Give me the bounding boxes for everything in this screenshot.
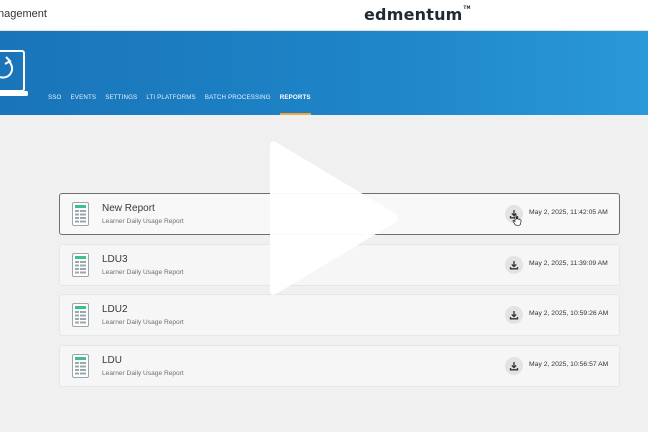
- tab-sso[interactable]: SSO: [48, 93, 62, 115]
- logo-text: edmentum: [364, 5, 463, 24]
- download-icon: [509, 362, 519, 371]
- report-card[interactable]: LDU2 Learner Daily Usage Report May 2, 2…: [59, 294, 620, 336]
- report-type: Learner Daily Usage Report: [102, 370, 184, 377]
- spreadsheet-document-icon: [72, 354, 89, 378]
- report-name[interactable]: LDU: [102, 355, 122, 366]
- download-icon: [509, 311, 519, 320]
- tab-reports[interactable]: REPORTS: [279, 93, 311, 115]
- report-name[interactable]: New Report: [102, 203, 155, 214]
- report-type: Learner Daily Usage Report: [102, 269, 184, 276]
- report-date: May 2, 2025, 10:59:26 AM: [529, 310, 609, 317]
- report-type: Learner Daily Usage Report: [102, 319, 184, 326]
- report-type: Learner Daily Usage Report: [102, 218, 184, 225]
- report-date: May 2, 2025, 11:42:05 AM: [529, 209, 608, 216]
- edmentum-logo[interactable]: edmentumTM: [364, 5, 471, 24]
- tab-batch-processing[interactable]: BATCH PROCESSING: [205, 93, 271, 115]
- download-icon: [509, 261, 519, 270]
- download-button[interactable]: [505, 256, 523, 274]
- tab-events[interactable]: EVENTS: [71, 93, 97, 115]
- report-date: May 2, 2025, 10:56:57 AM: [529, 361, 609, 368]
- spreadsheet-document-icon: [72, 202, 89, 226]
- logo-trademark: TM: [463, 5, 471, 10]
- report-name[interactable]: LDU3: [102, 254, 128, 265]
- spreadsheet-document-icon: [72, 253, 89, 277]
- play-icon[interactable]: [266, 138, 402, 298]
- laptop-refresh-icon: [0, 50, 28, 96]
- hand-pointer-icon: [512, 214, 522, 226]
- tab-lti-platforms[interactable]: LTI PLATFORMS: [146, 93, 196, 115]
- report-card[interactable]: LDU Learner Daily Usage Report May 2, 20…: [59, 345, 620, 387]
- report-name[interactable]: LDU2: [102, 304, 128, 315]
- spreadsheet-document-icon: [72, 303, 89, 327]
- admin-nav: SSO EVENTS SETTINGS LTI PLATFORMS BATCH …: [48, 93, 320, 115]
- download-button[interactable]: [505, 306, 523, 324]
- report-date: May 2, 2025, 11:39:09 AM: [529, 260, 608, 267]
- app-title: nagement: [0, 8, 47, 20]
- tab-settings[interactable]: SETTINGS: [105, 93, 137, 115]
- top-bar: nagement edmentumTM: [0, 0, 648, 31]
- download-button[interactable]: [505, 357, 523, 375]
